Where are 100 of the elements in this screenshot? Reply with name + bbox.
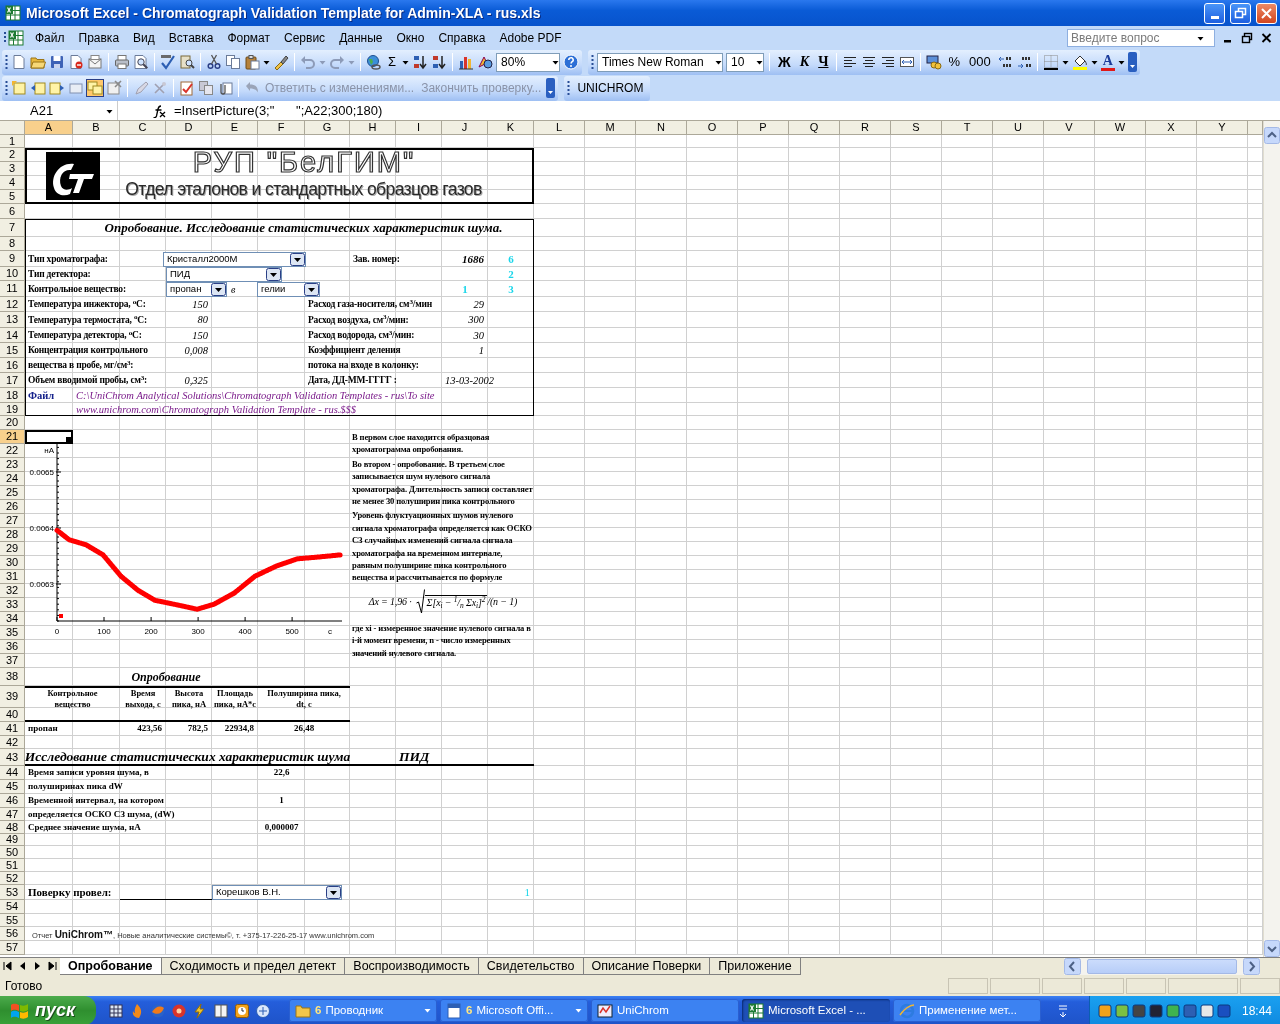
row-header[interactable]: 57 bbox=[0, 941, 25, 955]
formula-field[interactable]: =InsertPicture(3;" ";A22;300;180) bbox=[174, 100, 383, 121]
menu-item[interactable]: Вставка bbox=[161, 26, 221, 49]
row-header[interactable]: 25 bbox=[0, 486, 25, 500]
close-button[interactable] bbox=[1256, 2, 1277, 24]
row-header[interactable]: 10 bbox=[0, 267, 25, 281]
row-header[interactable]: 55 bbox=[0, 914, 25, 927]
globe-icon[interactable] bbox=[366, 54, 382, 70]
row-header[interactable]: 1 bbox=[0, 135, 25, 148]
row-header[interactable]: 47 bbox=[0, 808, 25, 821]
menu-item[interactable]: Правка bbox=[71, 26, 127, 49]
book-icon[interactable] bbox=[213, 1002, 229, 1019]
column-header[interactable]: Q bbox=[789, 121, 840, 135]
row-header[interactable]: 30 bbox=[0, 556, 25, 570]
column-header[interactable]: T bbox=[942, 121, 993, 135]
clock-icon[interactable] bbox=[234, 1002, 250, 1019]
column-header[interactable]: G bbox=[305, 121, 350, 135]
menu-item[interactable]: Сервис bbox=[277, 26, 333, 49]
drawing-icon[interactable] bbox=[477, 54, 494, 70]
align-left-icon[interactable] bbox=[842, 54, 859, 70]
row-header[interactable]: 29 bbox=[0, 542, 25, 556]
menu-item[interactable]: Adobe PDF bbox=[492, 26, 569, 49]
column-header[interactable]: J bbox=[442, 121, 488, 135]
copy-icon[interactable] bbox=[225, 54, 241, 70]
last-sheet-button[interactable] bbox=[47, 959, 58, 973]
clipboard-check-icon[interactable] bbox=[179, 80, 195, 96]
merge-cells-icon[interactable] bbox=[899, 54, 916, 70]
taskbar-button[interactable]: 6 Microsoft Offi... bbox=[440, 999, 588, 1022]
scroll-left-button[interactable] bbox=[1064, 958, 1081, 975]
column-header[interactable]: M bbox=[585, 121, 636, 135]
previous-comment-icon[interactable] bbox=[30, 80, 46, 96]
row-header[interactable]: 16 bbox=[0, 358, 25, 373]
caret-icon[interactable] bbox=[326, 886, 341, 899]
column-header[interactable]: V bbox=[1044, 121, 1095, 135]
delete-comment-icon[interactable] bbox=[106, 80, 122, 96]
scrollbar-thumb[interactable] bbox=[1087, 959, 1237, 974]
column-header[interactable]: X bbox=[1146, 121, 1197, 135]
column-header[interactable]: E bbox=[212, 121, 258, 135]
row-header[interactable]: 17 bbox=[0, 373, 25, 388]
scroll-up-button[interactable] bbox=[1264, 127, 1280, 144]
tray-icon[interactable] bbox=[1114, 1003, 1129, 1018]
row-header[interactable]: 54 bbox=[0, 900, 25, 914]
toolbar-grip[interactable] bbox=[567, 80, 571, 96]
row-header[interactable]: 20 bbox=[0, 416, 25, 430]
disc-icon[interactable] bbox=[171, 1002, 187, 1019]
percent-button[interactable]: % bbox=[945, 53, 964, 71]
row-header[interactable]: 41 bbox=[0, 722, 25, 736]
menu-item[interactable]: Окно bbox=[389, 26, 432, 49]
scroll-right-button[interactable] bbox=[1243, 958, 1260, 975]
decrease-decimal-icon[interactable] bbox=[1015, 54, 1032, 70]
font-size-dropdown[interactable]: 10 bbox=[726, 52, 765, 72]
row-header[interactable]: 46 bbox=[0, 794, 25, 808]
email-icon[interactable] bbox=[87, 54, 103, 70]
tray-icon[interactable] bbox=[1182, 1003, 1197, 1018]
menu-item[interactable]: Вид bbox=[126, 26, 162, 49]
column-header[interactable]: D bbox=[166, 121, 212, 135]
print-preview-icon[interactable] bbox=[133, 54, 149, 70]
column-header[interactable]: U bbox=[993, 121, 1044, 135]
paintbrush-icon[interactable] bbox=[273, 54, 289, 70]
restore-button[interactable] bbox=[1230, 2, 1251, 24]
minimize-button[interactable] bbox=[1204, 2, 1225, 24]
tray-icon[interactable] bbox=[1216, 1003, 1231, 1018]
align-right-icon[interactable] bbox=[880, 54, 897, 70]
row-header[interactable]: 44 bbox=[0, 766, 25, 780]
bolt-icon[interactable] bbox=[192, 1002, 208, 1019]
column-header[interactable]: R bbox=[840, 121, 891, 135]
row-header[interactable]: 24 bbox=[0, 472, 25, 486]
toolbar-options-icon[interactable] bbox=[546, 78, 556, 98]
column-header[interactable]: S bbox=[891, 121, 942, 135]
dropdown[interactable]: гелии bbox=[257, 281, 320, 297]
taskbar-button[interactable]: Microsoft Excel - ... bbox=[742, 999, 890, 1022]
font-dropdown[interactable]: Times New Roman bbox=[597, 52, 724, 72]
row-header[interactable]: 23 bbox=[0, 458, 25, 472]
caret-icon[interactable] bbox=[290, 252, 305, 266]
row-header[interactable]: 28 bbox=[0, 528, 25, 542]
row-header[interactable]: 45 bbox=[0, 780, 25, 794]
sort-descending-icon[interactable] bbox=[431, 54, 448, 70]
help-icon[interactable] bbox=[563, 54, 580, 70]
column-header[interactable]: B bbox=[73, 121, 120, 135]
currency-icon[interactable] bbox=[926, 54, 943, 70]
pages-icon[interactable] bbox=[198, 80, 214, 96]
row-header[interactable]: 7 bbox=[0, 219, 25, 237]
taskbar-button[interactable]: Применение мет... bbox=[893, 999, 1041, 1022]
taskbar-button[interactable]: 6 Проводник bbox=[289, 999, 437, 1022]
row-header[interactable]: 51 bbox=[0, 859, 25, 872]
printer-icon[interactable] bbox=[114, 54, 130, 70]
row-header[interactable]: 43 bbox=[0, 749, 25, 766]
spelling-icon[interactable] bbox=[160, 54, 176, 70]
expand-icon[interactable] bbox=[1058, 1002, 1068, 1019]
next-comment-icon[interactable] bbox=[49, 80, 65, 96]
sheet-tab[interactable]: Свидетельство bbox=[478, 958, 584, 975]
restore-icon[interactable] bbox=[1241, 31, 1253, 44]
italic-button[interactable]: К bbox=[796, 53, 813, 71]
row-header[interactable]: 40 bbox=[0, 708, 25, 722]
menu-item[interactable]: Формат bbox=[220, 26, 278, 49]
save-icon[interactable] bbox=[49, 54, 65, 70]
row-header[interactable]: 53 bbox=[0, 885, 25, 900]
spreadsheet-icon[interactable] bbox=[5, 5, 21, 21]
row-header[interactable]: 15 bbox=[0, 343, 25, 358]
toolbar-grip[interactable] bbox=[5, 80, 8, 96]
